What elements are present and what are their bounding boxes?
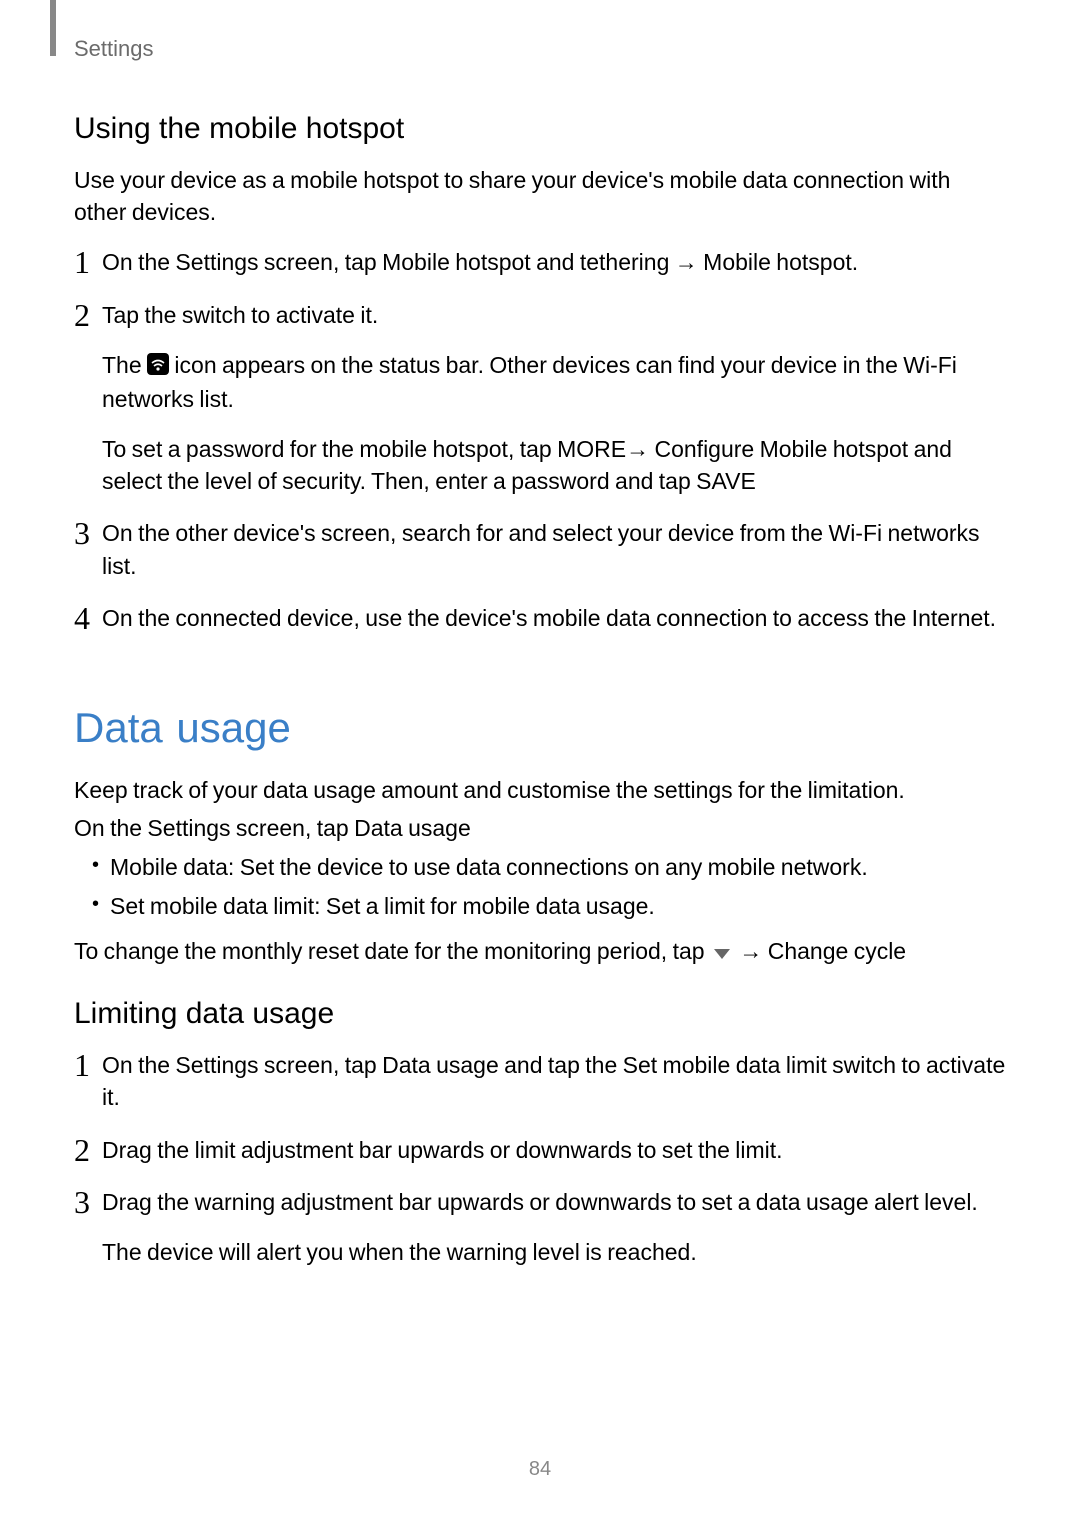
- label: Mobile hotspot: [703, 249, 852, 275]
- step-number: 1: [74, 246, 102, 278]
- step-body: Tap the switch to activate it. The icon …: [102, 299, 1006, 498]
- list-item: Mobile data: Set the device to use data …: [74, 850, 1006, 885]
- step-body: On the Settings screen, tap Mobile hotsp…: [102, 246, 1006, 278]
- arrow: →: [734, 938, 768, 964]
- text: On the other device's screen, search for…: [102, 517, 1006, 581]
- label: Change cycle: [768, 938, 906, 964]
- text: Tap the switch to activate it.: [102, 299, 1006, 331]
- text: icon appears on the status bar. Other de…: [102, 352, 957, 412]
- step-number: 4: [74, 602, 102, 634]
- label: SAVE: [696, 468, 756, 494]
- text: On the Settings screen, tap: [102, 1052, 382, 1078]
- page-content: Using the mobile hotspot Use your device…: [74, 100, 1006, 1288]
- step-number: 3: [74, 517, 102, 549]
- text: On the Settings screen, tap: [74, 815, 354, 841]
- text: The device will alert you when the warni…: [102, 1236, 1006, 1268]
- header-breadcrumb: Settings: [74, 36, 154, 62]
- step-row: 4 On the connected device, use the devic…: [74, 602, 1006, 634]
- subheading-limiting: Limiting data usage: [74, 997, 1006, 1031]
- text: On the Settings screen, tap: [102, 249, 382, 275]
- header-tab-mark: [50, 0, 56, 56]
- text: To set a password for the mobile hotspot…: [102, 436, 557, 462]
- text: : Set a limit for mobile data usage.: [314, 893, 655, 919]
- step-body: On the Settings screen, tap Data usage a…: [102, 1049, 1006, 1113]
- text: .: [852, 249, 858, 275]
- section-heading-data-usage: Data usage: [74, 704, 1006, 752]
- label: Set mobile data limit: [110, 893, 314, 919]
- step-number: 2: [74, 299, 102, 331]
- bullet-list: Mobile data: Set the device to use data …: [74, 850, 1006, 923]
- text: Drag the limit adjustment bar upwards or…: [102, 1134, 1006, 1166]
- label: MORE: [557, 436, 626, 462]
- step-row: 2 Tap the switch to activate it. The ico…: [74, 299, 1006, 498]
- label: Data usage: [382, 1052, 499, 1078]
- step-row: 3 Drag the warning adjustment bar upward…: [74, 1186, 1006, 1268]
- step-row: 2 Drag the limit adjustment bar upwards …: [74, 1134, 1006, 1166]
- arrow: →: [626, 436, 654, 462]
- step-number: 1: [74, 1049, 102, 1081]
- text: and tap the: [499, 1052, 623, 1078]
- arrow: →: [669, 249, 703, 275]
- text: The: [102, 352, 147, 378]
- label: Set mobile data limit: [623, 1052, 827, 1078]
- label: Configure Mobile hotspot: [654, 436, 908, 462]
- subheading-hotspot: Using the mobile hotspot: [74, 112, 1006, 146]
- text: Drag the warning adjustment bar upwards …: [102, 1186, 1006, 1218]
- page-number: 84: [0, 1458, 1080, 1481]
- label: Mobile data: [110, 854, 228, 880]
- step-body: Drag the warning adjustment bar upwards …: [102, 1186, 1006, 1268]
- text: : Set the device to use data connections…: [228, 854, 868, 880]
- step-body: Drag the limit adjustment bar upwards or…: [102, 1134, 1006, 1166]
- intro-paragraph: Keep track of your data usage amount and…: [74, 774, 1006, 806]
- label: Mobile hotspot and tethering: [382, 249, 669, 275]
- label: Data usage: [354, 815, 471, 841]
- step-body: On the connected device, use the device'…: [102, 602, 1006, 634]
- step-row: 1 On the Settings screen, tap Data usage…: [74, 1049, 1006, 1113]
- list-item: Set mobile data limit: Set a limit for m…: [74, 889, 1006, 924]
- step-number: 2: [74, 1134, 102, 1166]
- text: To change the monthly reset date for the…: [74, 938, 710, 964]
- dropdown-triangle-icon: [712, 937, 732, 969]
- step-row: 1 On the Settings screen, tap Mobile hot…: [74, 246, 1006, 278]
- step-row: 3 On the other device's screen, search f…: [74, 517, 1006, 581]
- step-number: 3: [74, 1186, 102, 1218]
- text: On the connected device, use the device'…: [102, 602, 1006, 634]
- intro-paragraph: Use your device as a mobile hotspot to s…: [74, 164, 1006, 228]
- hotspot-icon: [147, 351, 169, 383]
- step-body: On the other device's screen, search for…: [102, 517, 1006, 581]
